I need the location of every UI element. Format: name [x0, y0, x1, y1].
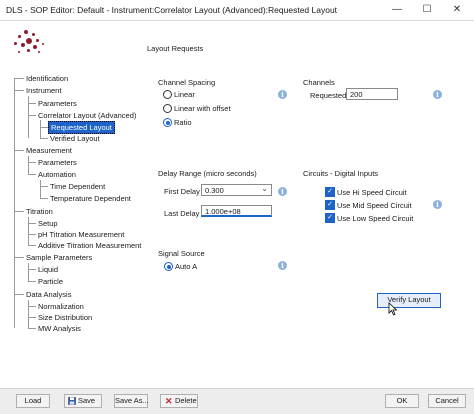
channels-title: Channels: [303, 78, 335, 87]
delay-range-title: Delay Range (micro seconds): [158, 169, 257, 178]
load-button[interactable]: Load: [16, 394, 50, 408]
checkbox-mid-speed-label: Use Mid Speed Circuit: [337, 201, 412, 210]
tree-item-titration[interactable]: Titration: [26, 206, 53, 217]
tree-item-ph-titration[interactable]: pH Titration Measurement: [38, 229, 124, 240]
tree-item-time-dependent[interactable]: Time Dependent: [50, 181, 105, 192]
radio-auto-a[interactable]: [164, 262, 173, 271]
delete-button[interactable]: ✕ Delete: [160, 394, 198, 408]
radio-linear-offset[interactable]: [163, 104, 172, 113]
channels-info-icon[interactable]: i: [433, 90, 442, 99]
last-delay-input[interactable]: 1.000e+08: [201, 205, 272, 217]
page-heading: Layout Requests: [147, 44, 204, 53]
first-delay-select[interactable]: 0.300 ⌄: [201, 184, 272, 196]
radio-linear-label: Linear: [174, 90, 195, 99]
channel-spacing-title: Channel Spacing: [158, 78, 216, 87]
tree-item-measurement[interactable]: Measurement: [26, 145, 72, 156]
floppy-disk-icon: [68, 397, 76, 405]
checkbox-low-speed[interactable]: ✓: [325, 213, 335, 223]
save-as-button[interactable]: Save As...: [114, 394, 149, 408]
checkbox-hi-speed[interactable]: ✓: [325, 187, 335, 197]
requested-label: Requested: [310, 91, 347, 100]
tree-item-measurement-parameters[interactable]: Parameters: [38, 157, 77, 168]
first-delay-value: 0.300: [205, 186, 224, 195]
radio-linear-offset-label: Linear with offset: [174, 104, 231, 113]
checkbox-hi-speed-label: Use Hi Speed Circuit: [337, 188, 407, 197]
circuits-info-icon[interactable]: i: [433, 200, 442, 209]
channel-spacing-info-icon[interactable]: i: [278, 90, 287, 99]
tree-item-additive-titration[interactable]: Additive Titration Measurement: [38, 240, 141, 251]
requested-channels-input[interactable]: 200: [346, 88, 398, 100]
tree-item-mw-analysis[interactable]: MW Analysis: [38, 323, 81, 334]
app-logo: [14, 30, 48, 56]
tree-item-size-distribution[interactable]: Size Distribution: [38, 312, 92, 323]
mouse-cursor-icon: [388, 302, 398, 316]
first-delay-label: First Delay: [164, 187, 200, 196]
minimize-button[interactable]: —: [382, 0, 412, 20]
save-button[interactable]: Save: [64, 394, 102, 408]
signal-source-info-icon[interactable]: i: [278, 261, 287, 270]
save-button-label: Save: [78, 396, 96, 405]
tree-item-automation[interactable]: Automation: [38, 169, 76, 180]
delete-button-label: Delete: [175, 396, 197, 405]
tree-item-verified-layout[interactable]: Verified Layout: [50, 133, 100, 144]
maximize-button[interactable]: ☐: [412, 0, 442, 20]
tree-item-identification[interactable]: Identification: [26, 73, 68, 84]
tree-item-normalization[interactable]: Normalization: [38, 301, 84, 312]
checkbox-low-speed-label: Use Low Speed Circuit: [337, 214, 414, 223]
tree-item-liquid[interactable]: Liquid: [38, 264, 58, 275]
close-button[interactable]: ✕: [442, 0, 472, 20]
tree-item-data-analysis[interactable]: Data Analysis: [26, 289, 71, 300]
delay-range-info-icon[interactable]: i: [278, 187, 287, 196]
verify-layout-button[interactable]: Verify Layout: [377, 293, 441, 308]
delete-x-icon: ✕: [165, 396, 173, 406]
radio-auto-a-label: Auto A: [175, 262, 198, 271]
title-bar: DLS - SOP Editor: Default - Instrument:C…: [0, 0, 474, 21]
tree-item-sample-parameters[interactable]: Sample Parameters: [26, 252, 92, 263]
radio-ratio[interactable]: [163, 118, 172, 127]
tree-item-parameters[interactable]: Parameters: [38, 98, 77, 109]
signal-source-title: Signal Source: [158, 249, 205, 258]
checkbox-mid-speed[interactable]: ✓: [325, 200, 335, 210]
tree-item-setup[interactable]: Setup: [38, 218, 58, 229]
ok-button[interactable]: OK: [385, 394, 419, 408]
radio-ratio-label: Ratio: [174, 118, 192, 127]
tree-item-correlator-layout[interactable]: Correlator Layout (Advanced): [38, 110, 136, 121]
radio-linear[interactable]: [163, 90, 172, 99]
chevron-down-icon: ⌄: [261, 184, 268, 193]
sop-tree: Identification Instrument Parameters Cor…: [10, 72, 141, 350]
tree-item-instrument[interactable]: Instrument: [26, 85, 61, 96]
tree-item-particle[interactable]: Particle: [38, 276, 63, 287]
tree-item-temperature-dependent[interactable]: Temperature Dependent: [50, 193, 131, 204]
circuits-title: Circuits - Digital Inputs: [303, 169, 379, 178]
last-delay-label: Last Delay: [164, 209, 200, 218]
window-title: DLS - SOP Editor: Default - Instrument:C…: [6, 5, 338, 15]
cancel-button[interactable]: Cancel: [428, 394, 466, 408]
